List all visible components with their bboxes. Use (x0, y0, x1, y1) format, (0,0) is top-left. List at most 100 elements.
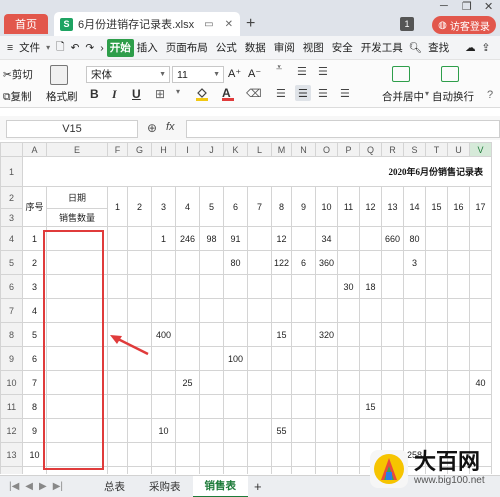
font-color-icon[interactable]: A (222, 86, 236, 101)
last-sheet-icon[interactable]: ▶| (50, 481, 66, 492)
data-cell[interactable] (127, 394, 152, 419)
data-cell[interactable] (425, 418, 448, 443)
header-day[interactable]: 2 (127, 186, 152, 227)
data-cell[interactable] (175, 466, 200, 474)
menu-item-data[interactable]: 数据 (242, 39, 269, 57)
data-cell[interactable]: 360 (315, 250, 338, 275)
data-cell[interactable] (247, 322, 272, 347)
file-menu[interactable]: 文件 (16, 39, 43, 57)
data-cell[interactable] (337, 346, 360, 371)
close-window-icon[interactable]: ✕ (484, 0, 493, 13)
data-cell[interactable] (199, 442, 224, 467)
header-day[interactable]: 1 (107, 186, 128, 227)
hamburger-icon[interactable]: ≡ (4, 39, 16, 57)
column-header-S[interactable]: S (403, 142, 426, 157)
data-cell[interactable] (359, 250, 382, 275)
fill-color-icon[interactable] (195, 87, 209, 101)
merge-center-button[interactable]: 合并居中 (382, 89, 424, 104)
data-cell[interactable] (291, 418, 316, 443)
doc-icon[interactable]: 🗋 (53, 39, 67, 57)
data-cell[interactable] (199, 274, 224, 299)
header-sales-qty[interactable]: 销售数量 (46, 208, 108, 227)
justify-icon[interactable]: ☰ (340, 87, 350, 100)
share-icon[interactable]: ⇪ (479, 39, 494, 57)
data-cell[interactable] (199, 418, 224, 443)
data-cell[interactable] (271, 394, 292, 419)
data-cell[interactable]: 80 (223, 250, 248, 275)
header-date[interactable]: 日期 (46, 186, 108, 209)
align-top-icon[interactable]: ⩡ (276, 63, 282, 74)
data-cell[interactable] (425, 370, 448, 395)
data-cell[interactable] (469, 322, 492, 347)
data-cell[interactable] (175, 322, 200, 347)
more-ribbon-icon[interactable]: ? (487, 89, 493, 101)
sheet-tab-sales[interactable]: 销售表 (192, 475, 248, 497)
column-header-Q[interactable]: Q (359, 142, 382, 157)
underline-button[interactable]: U (132, 87, 141, 101)
header-day[interactable]: 7 (247, 186, 272, 227)
data-cell[interactable] (425, 322, 448, 347)
header-seq[interactable]: 序号 (22, 186, 47, 227)
row-header[interactable]: 9 (0, 346, 23, 371)
row-header[interactable]: 5 (0, 250, 23, 275)
data-cell[interactable] (151, 466, 176, 474)
data-cell[interactable] (359, 226, 382, 251)
data-cell[interactable] (247, 346, 272, 371)
row-header[interactable]: 13 (0, 442, 23, 467)
column-header-U[interactable]: U (447, 142, 470, 157)
data-cell[interactable]: 122 (271, 250, 292, 275)
data-cell[interactable]: 34 (315, 226, 338, 251)
row-header[interactable]: 8 (0, 322, 23, 347)
data-cell[interactable] (315, 442, 338, 467)
format-painter-button[interactable]: 格式刷 (46, 89, 78, 104)
paste-icon[interactable] (50, 65, 68, 85)
copy-button[interactable]: ⧉复制 (3, 89, 32, 104)
formula-input[interactable] (186, 120, 500, 138)
zoom-icon[interactable]: ⊕ (147, 121, 157, 135)
eraser-icon[interactable]: ⌫ (246, 87, 262, 100)
chevron-down-icon[interactable]: ▾ (176, 87, 180, 96)
row-header[interactable]: 7 (0, 298, 23, 323)
first-sheet-icon[interactable]: |◀ (6, 481, 22, 492)
header-day[interactable]: 9 (291, 186, 316, 227)
data-cell[interactable] (403, 298, 426, 323)
data-cell[interactable] (447, 298, 470, 323)
data-cell[interactable] (271, 466, 292, 474)
data-cell[interactable] (107, 274, 128, 299)
data-cell[interactable] (425, 274, 448, 299)
data-cell[interactable] (337, 298, 360, 323)
data-cell[interactable] (315, 298, 338, 323)
data-cell[interactable]: 30 (337, 274, 360, 299)
data-cell[interactable] (403, 418, 426, 443)
header-day[interactable]: 10 (315, 186, 338, 227)
wrap-icon[interactable] (441, 66, 459, 82)
data-cell[interactable] (447, 370, 470, 395)
data-cell[interactable]: 18 (315, 466, 338, 474)
data-cell[interactable]: 800 (199, 466, 224, 474)
cloud-icon[interactable]: ☁ (462, 39, 479, 57)
data-cell[interactable] (403, 394, 426, 419)
data-cell[interactable] (271, 274, 292, 299)
redo-icon[interactable]: ↷ (82, 39, 97, 57)
data-cell[interactable] (175, 394, 200, 419)
header-day[interactable]: 12 (359, 186, 382, 227)
auto-wrap-button[interactable]: 自动换行 (432, 89, 474, 104)
home-tab[interactable]: 首页 (4, 14, 48, 34)
row-header[interactable]: 14 (0, 466, 23, 474)
row-header[interactable]: 1 (0, 156, 23, 187)
data-cell[interactable]: 3 (403, 250, 426, 275)
header-day[interactable]: 16 (447, 186, 470, 227)
data-cell[interactable] (291, 274, 316, 299)
column-header-K[interactable]: K (223, 142, 248, 157)
menu-item-page-layout[interactable]: 页面布局 (163, 39, 211, 57)
more-options-icon[interactable]: ⋮ (493, 39, 500, 57)
data-cell[interactable] (337, 250, 360, 275)
sheet-tab-total[interactable]: 总表 (92, 476, 137, 497)
data-cell[interactable] (447, 418, 470, 443)
data-cell[interactable] (151, 442, 176, 467)
data-cell[interactable] (271, 442, 292, 467)
data-cell[interactable] (223, 394, 248, 419)
column-header-E[interactable]: E (46, 142, 108, 157)
data-cell[interactable] (247, 370, 272, 395)
data-cell[interactable]: 15 (271, 322, 292, 347)
